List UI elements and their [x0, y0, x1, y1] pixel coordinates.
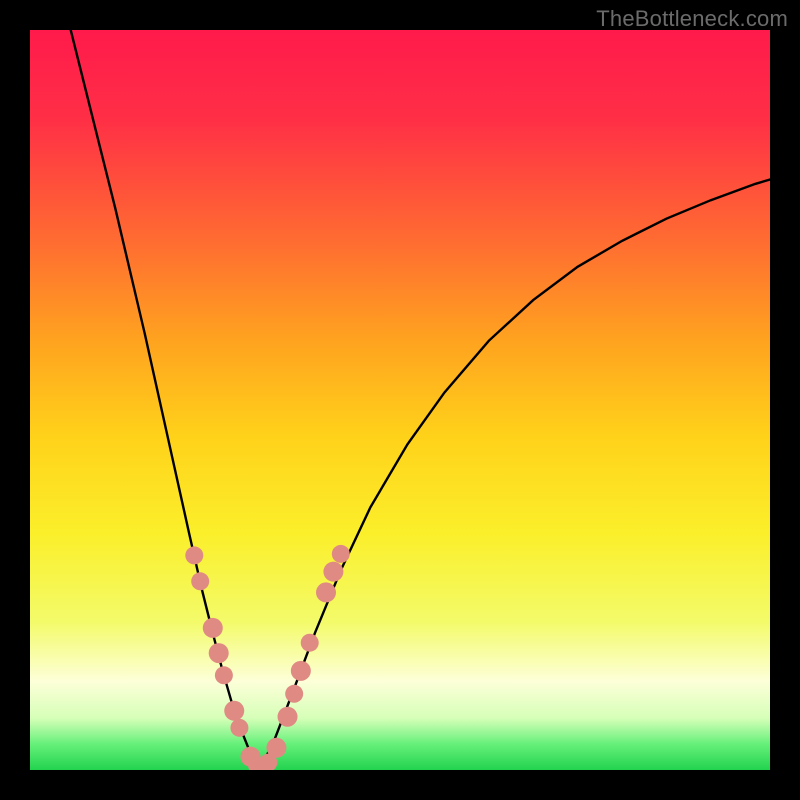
data-marker [224, 701, 244, 721]
watermark-text: TheBottleneck.com [596, 6, 788, 32]
marker-group [185, 545, 350, 770]
data-marker [291, 661, 311, 681]
plot-area [30, 30, 770, 770]
left-curve [71, 30, 260, 770]
data-marker [323, 562, 343, 582]
data-marker [209, 643, 229, 663]
data-marker [191, 572, 209, 590]
chart-frame: TheBottleneck.com [0, 0, 800, 800]
data-marker [332, 545, 350, 563]
data-marker [316, 582, 336, 602]
data-marker [203, 618, 223, 638]
data-marker [301, 634, 319, 652]
right-curve [259, 179, 770, 770]
data-marker [215, 666, 233, 684]
data-marker [285, 685, 303, 703]
data-marker [185, 546, 203, 564]
data-marker [266, 738, 286, 758]
curves-layer [30, 30, 770, 770]
data-marker [230, 719, 248, 737]
data-marker [278, 707, 298, 727]
